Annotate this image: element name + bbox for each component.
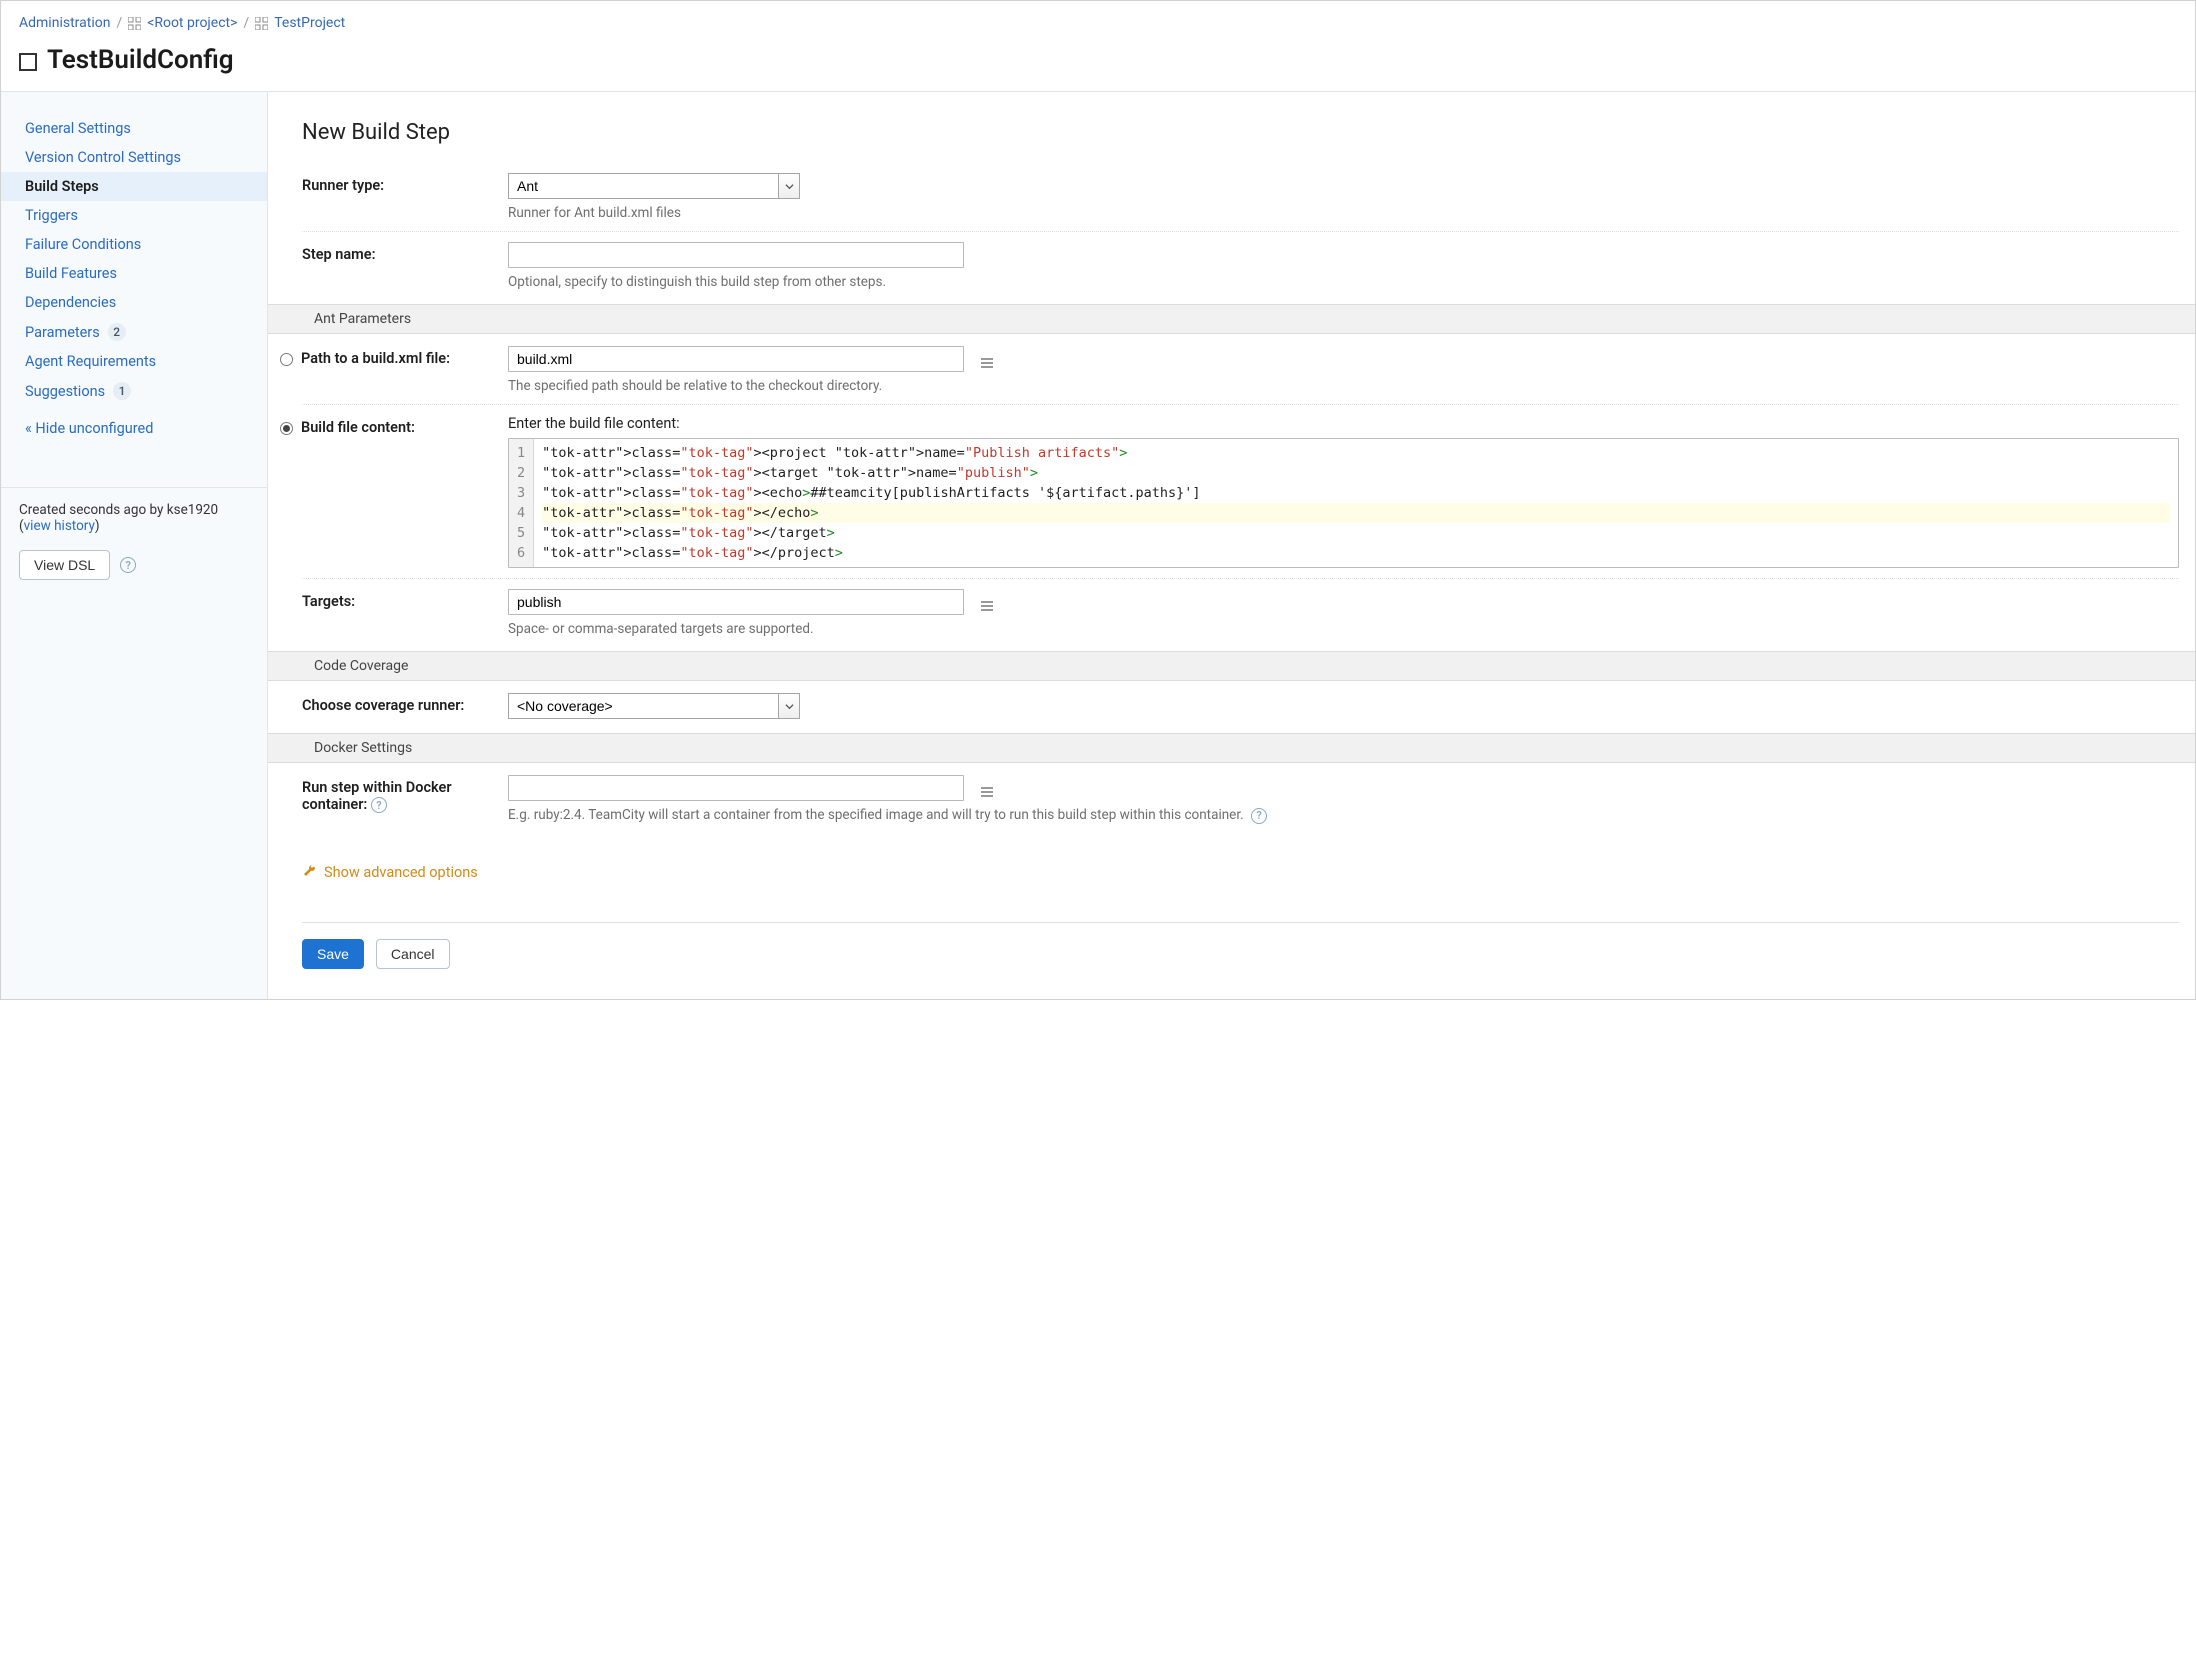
build-file-content-label: Build file content: [301,419,415,436]
save-button[interactable]: Save [302,939,364,969]
project-icon [255,17,268,30]
list-icon[interactable] [980,599,994,613]
list-icon[interactable] [980,356,994,370]
breadcrumb-administration[interactable]: Administration [19,15,110,31]
sidebar-item-vcs-settings[interactable]: Version Control Settings [1,143,267,172]
path-to-buildxml-label: Path to a build.xml file: [301,350,450,367]
help-icon[interactable]: ? [120,557,136,573]
step-name-hint: Optional, specify to distinguish this bu… [508,274,2179,290]
sidebar-item-failure-conditions[interactable]: Failure Conditions [1,230,267,259]
breadcrumb-test-project[interactable]: TestProject [274,15,345,31]
created-info: Created seconds ago by kse1920 (view his… [1,502,267,534]
targets-label: Targets: [302,589,494,610]
badge-count: 1 [113,382,131,400]
coverage-runner-label: Choose coverage runner: [302,693,494,714]
code-gutter: 1 2 3 4 5 6 [509,439,534,567]
help-icon[interactable]: ? [1251,808,1267,824]
sidebar-item-dependencies[interactable]: Dependencies [1,288,267,317]
breadcrumb: Administration / <Root project> / TestPr… [19,15,2177,31]
runner-type-label: Runner type: [302,173,494,194]
cancel-button[interactable]: Cancel [376,939,450,969]
runner-type-hint: Runner for Ant build.xml files [508,205,2179,221]
path-to-buildxml-input[interactable] [508,346,964,372]
section-code-coverage: Code Coverage [268,651,2195,681]
wrench-icon [302,864,316,882]
sidebar-item-triggers[interactable]: Triggers [1,201,267,230]
targets-hint: Space- or comma-separated targets are su… [508,621,2179,637]
radio-path-to-buildxml[interactable] [280,353,293,366]
build-file-content-intro: Enter the build file content: [508,415,2179,432]
build-file-content-editor[interactable]: 1 2 3 4 5 6 "tok-attr">class="tok-tag"><… [508,438,2179,568]
show-advanced-options-link[interactable]: Show advanced options [302,864,2179,882]
step-name-label: Step name: [302,242,494,263]
sidebar-item-parameters[interactable]: Parameters2 [1,317,267,347]
coverage-runner-select[interactable] [508,693,778,719]
view-history-link[interactable]: view history [24,518,95,534]
view-dsl-button[interactable]: View DSL [19,550,110,580]
path-to-buildxml-hint: The specified path should be relative to… [508,378,2179,394]
section-ant-parameters: Ant Parameters [268,304,2195,334]
docker-container-input[interactable] [508,775,964,801]
list-icon[interactable] [980,785,994,799]
sidebar-item-general-settings[interactable]: General Settings [1,114,267,143]
dropdown-toggle-icon[interactable] [778,173,800,199]
docker-container-hint: E.g. ruby:2.4. TeamCity will start a con… [508,807,2179,824]
runner-type-select[interactable] [508,173,778,199]
dropdown-toggle-icon[interactable] [778,693,800,719]
help-icon[interactable]: ? [371,797,387,813]
sidebar: General Settings Version Control Setting… [1,92,268,999]
page-title: TestBuildConfig [19,45,2177,75]
main-content: New Build Step Runner type: Runner for A… [268,92,2195,999]
targets-input[interactable] [508,589,964,615]
project-icon [128,17,141,30]
collapse-icon[interactable] [19,53,37,71]
badge-count: 2 [108,323,126,341]
sidebar-item-agent-requirements[interactable]: Agent Requirements [1,347,267,376]
form-heading: New Build Step [302,120,2179,145]
sidebar-item-suggestions[interactable]: Suggestions1 [1,376,267,406]
hide-unconfigured-link[interactable]: « Hide unconfigured [1,406,267,437]
step-name-input[interactable] [508,242,964,268]
sidebar-item-build-features[interactable]: Build Features [1,259,267,288]
radio-build-file-content[interactable] [280,422,293,435]
sidebar-item-build-steps[interactable]: Build Steps [1,172,267,201]
section-docker-settings: Docker Settings [268,733,2195,763]
breadcrumb-root-project[interactable]: <Root project> [147,15,237,31]
